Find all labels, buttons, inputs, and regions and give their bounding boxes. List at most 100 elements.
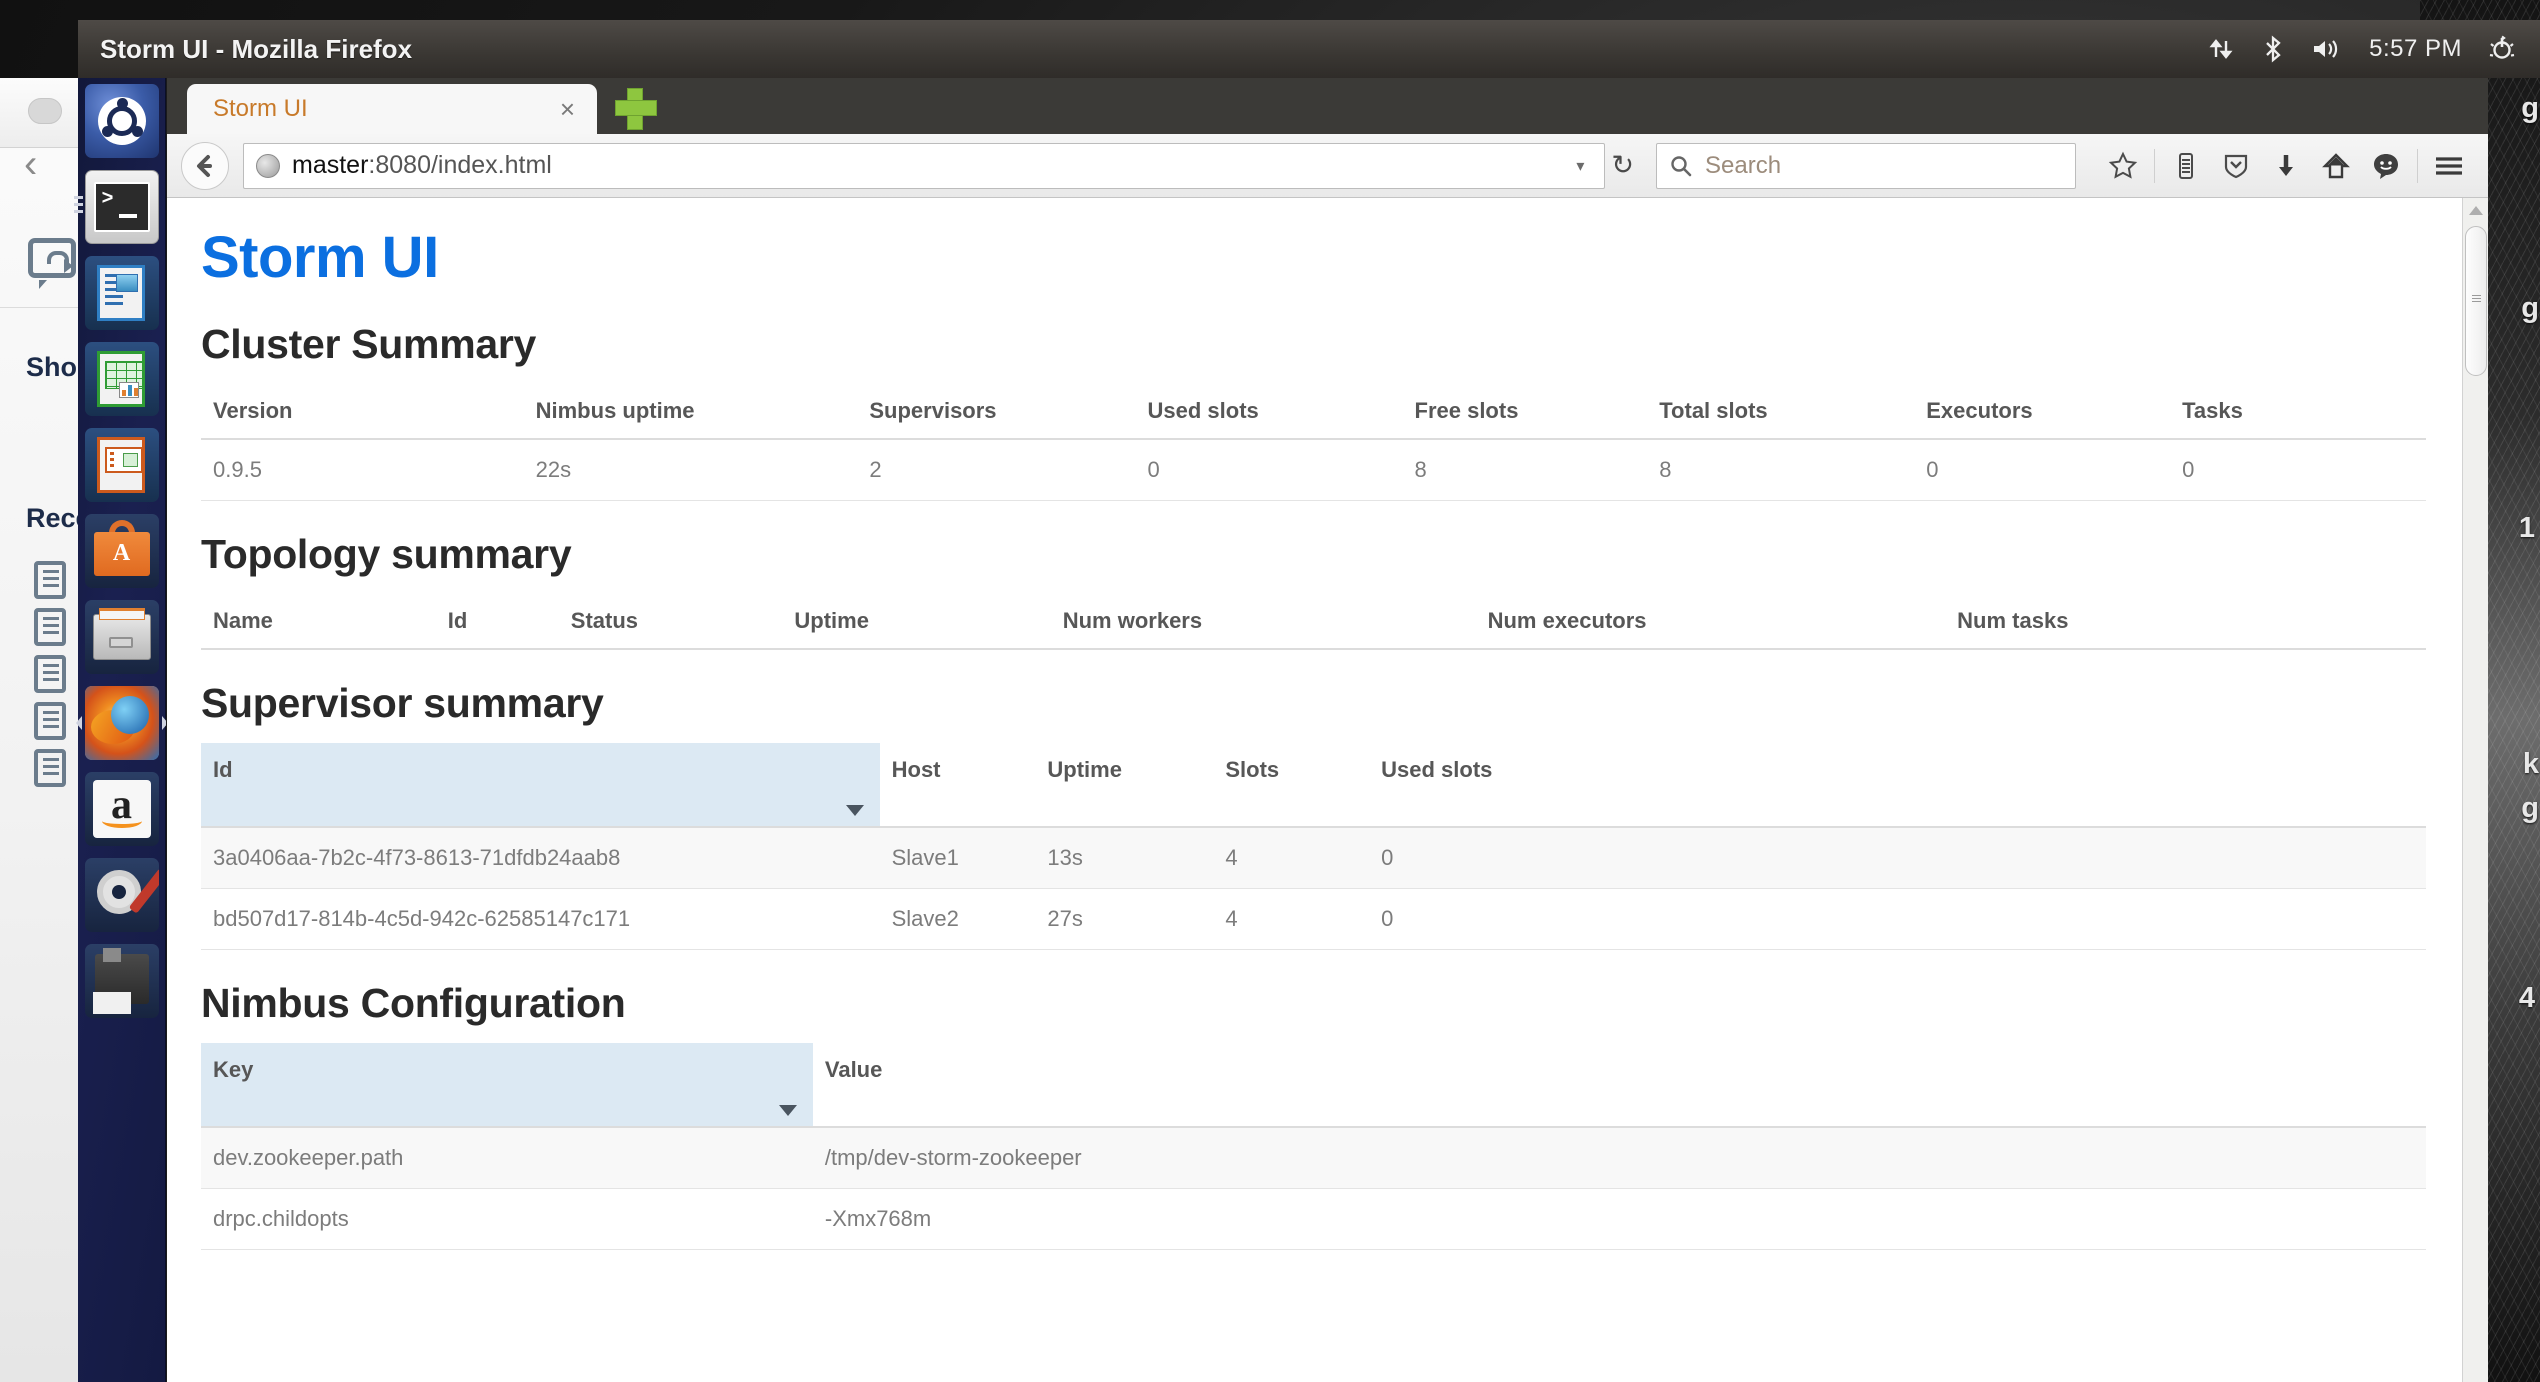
floppy-disk-icon [84,944,159,1018]
column-header[interactable]: Status [558,594,783,650]
launcher-item-terminal[interactable]: > [73,170,159,244]
page-content: Storm UI Cluster Summary Version Nimbus … [167,198,2462,1382]
power-gear-icon[interactable] [2488,35,2516,63]
document-icon[interactable] [34,608,66,646]
topology-summary-table: Name Id Status Uptime Num workers Num ex… [201,594,2426,650]
document-icon[interactable] [34,655,66,693]
window-title: Storm UI - Mozilla Firefox [100,33,413,64]
chevron-down-icon[interactable]: ▾ [1566,156,1594,176]
table-cell: dev.zookeeper.path [201,1127,813,1189]
table-cell: 0 [2170,439,2426,501]
search-input[interactable]: Search [1656,142,2076,189]
feedback-smiley-icon[interactable] [2361,141,2411,191]
launcher-item-libreoffice-impress[interactable] [84,428,159,502]
table-cell: 0 [1914,439,2171,501]
globe-icon [256,153,280,178]
home-icon[interactable] [2311,141,2361,191]
system-tray: 5:57 PM [2207,35,2540,63]
table-row: bd507d17-814b-4c5d-942c-62585147c171 Sla… [201,888,2426,950]
table-cell: Slave1 [879,827,1036,889]
column-header[interactable]: Total slots [1647,384,1915,440]
column-header-id-sorted[interactable]: Id [201,743,880,828]
table-cell: 22s [523,439,858,501]
table-cell: -Xmx768m [812,1188,2426,1250]
column-header[interactable]: Uptime [1035,743,1214,828]
back-button[interactable] [181,141,229,190]
launcher-item-firefox[interactable] [75,686,168,760]
launcher-item-ubuntu-dash[interactable] [84,84,159,158]
column-header[interactable]: Supervisors [857,384,1136,440]
column-header[interactable]: Num executors [1475,594,1946,650]
page-scrollbar[interactable] [2462,198,2488,1382]
column-header[interactable]: Host [879,743,1036,828]
terminal-icon: > [84,170,159,244]
column-header-key-sorted[interactable]: Key [201,1043,813,1128]
column-header[interactable]: Used slots [1369,743,2426,828]
background-window-back-icon[interactable]: ‹ [24,144,37,184]
column-header[interactable]: Version [201,384,524,440]
desktop-text-0: g [2521,92,2539,124]
navigation-toolbar: master:8080/index.html ▾ ↻ Search [167,134,2488,198]
column-header[interactable]: Num tasks [1945,594,2426,650]
column-header[interactable]: Executors [1914,384,2171,440]
table-cell: 13s [1035,827,1214,889]
search-icon [1671,155,1692,176]
page-title: Storm UI [201,225,439,290]
launcher-item-libreoffice-writer[interactable] [84,256,159,330]
column-header[interactable]: Free slots [1402,384,1648,440]
scrollbar-thumb[interactable] [2465,226,2487,376]
table-cell: 0.9.5 [201,439,524,501]
table-cell: 0 [1369,888,2426,950]
column-header[interactable]: Name [201,594,436,650]
libreoffice-impress-icon [84,428,159,502]
column-header[interactable]: Num workers [1050,594,1476,650]
scroll-up-arrow-icon[interactable] [2469,206,2483,215]
launcher-item-files[interactable] [84,600,159,674]
column-header[interactable]: Nimbus uptime [523,384,858,440]
tab-strip: Storm UI × [167,78,2488,134]
column-header[interactable]: Tasks [2170,384,2426,440]
column-header[interactable]: Value [812,1043,2426,1128]
column-header[interactable]: Uptime [782,594,1051,650]
launcher-item-amazon[interactable]: a [84,772,159,846]
system-settings-icon [84,858,159,932]
desktop-text-2: 1 [2518,512,2535,544]
column-header[interactable]: Id [435,594,559,650]
close-icon[interactable]: × [552,94,583,125]
table-header-row: Name Id Status Uptime Num workers Num ex… [201,594,2426,650]
volume-icon[interactable] [2311,35,2343,63]
clock[interactable]: 5:57 PM [2369,35,2462,63]
document-icon[interactable] [34,561,66,599]
table-cell: 4 [1213,888,1370,950]
table-header-row: Key Value [201,1043,2426,1128]
firefox-icon [84,686,159,760]
tab-storm-ui[interactable]: Storm UI × [187,84,597,134]
column-header[interactable]: Slots [1213,743,1370,828]
address-bar[interactable]: master:8080/index.html ▾ [243,142,1606,189]
document-icon[interactable] [34,749,66,787]
column-header[interactable]: Used slots [1135,384,1403,440]
launcher-item-ubuntu-software-center[interactable]: A [84,514,159,588]
bluetooth-icon[interactable] [2261,35,2285,63]
tab-label: Storm UI [213,95,308,122]
table-cell: 0 [1369,827,2426,889]
document-icon[interactable] [34,702,66,740]
launcher-item-system-settings[interactable] [84,858,159,932]
background-window-button-1[interactable] [28,98,62,124]
reload-icon[interactable]: ↻ [1605,150,1640,181]
bookmark-star-icon[interactable] [2098,141,2148,191]
toolbar-separator [2154,148,2155,183]
chat-bubble-icon [28,238,76,289]
launcher-item-backup-disk[interactable] [84,944,159,1018]
downloads-arrow-icon[interactable] [2261,141,2311,191]
pocket-shield-icon[interactable] [2211,141,2261,191]
new-tab-icon[interactable] [613,86,657,130]
amazon-icon: a [84,772,159,846]
supervisor-summary-table: Id Host Uptime Slots Used slots 3a0406aa… [201,743,2426,950]
sort-descending-caret-icon [778,1105,797,1116]
launcher-item-libreoffice-calc[interactable] [84,342,159,416]
reading-list-icon[interactable] [2161,141,2211,191]
network-updown-icon[interactable] [2207,35,2235,63]
hamburger-menu-icon[interactable] [2424,141,2474,191]
table-cell: 8 [1647,439,1915,501]
